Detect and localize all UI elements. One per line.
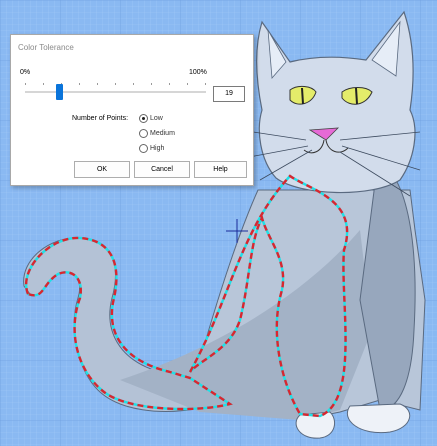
radio-high-indicator[interactable] — [139, 144, 148, 153]
color-tolerance-dialog: Color Tolerance 0% 100% 19 Number of Poi… — [10, 34, 254, 186]
radio-low[interactable]: Low — [139, 114, 163, 123]
radio-medium-indicator[interactable] — [139, 129, 148, 138]
radio-high[interactable]: High — [139, 144, 164, 153]
cancel-button[interactable]: Cancel — [134, 161, 190, 178]
dialog-title: Color Tolerance — [18, 43, 74, 52]
tolerance-slider-track[interactable] — [25, 91, 206, 93]
slider-min-label: 0% — [20, 69, 31, 76]
radio-low-label: Low — [150, 115, 163, 122]
ok-button[interactable]: OK — [74, 161, 130, 178]
slider-ticks — [25, 83, 206, 95]
radio-medium-label: Medium — [150, 130, 175, 137]
radio-medium[interactable]: Medium — [139, 129, 175, 138]
radio-low-indicator[interactable] — [139, 114, 148, 123]
number-of-points-label: Number of Points: — [72, 115, 129, 122]
radio-high-label: High — [150, 145, 165, 152]
slider-max-label: 100% — [189, 69, 207, 76]
tolerance-value-input[interactable]: 19 — [213, 86, 245, 102]
help-button[interactable]: Help — [194, 161, 247, 178]
tolerance-slider-thumb[interactable] — [55, 84, 63, 100]
